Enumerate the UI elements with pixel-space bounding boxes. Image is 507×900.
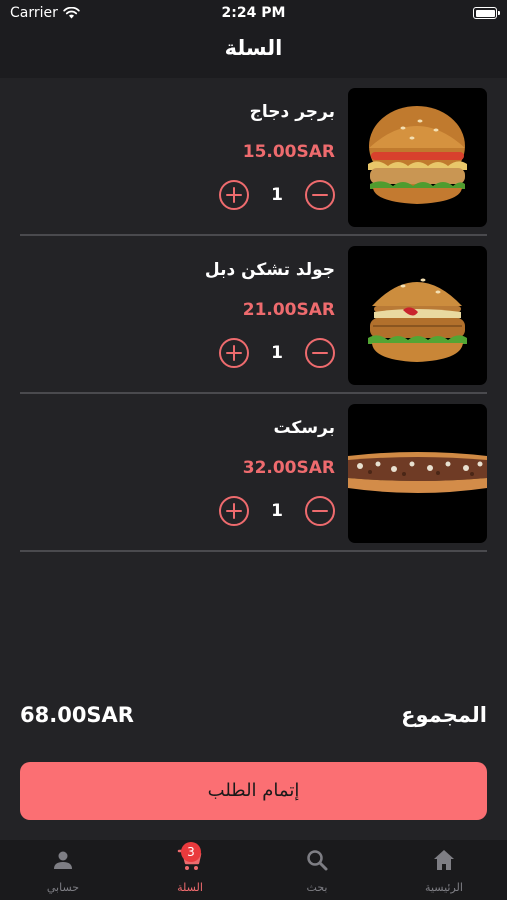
brisket-sandwich-image — [348, 404, 487, 543]
tab-label: السلة — [177, 881, 203, 894]
quantity-stepper: 1 — [219, 338, 335, 368]
decrease-quantity-button[interactable] — [305, 338, 335, 368]
navigation-bar: السلة — [0, 28, 507, 78]
quantity-stepper: 1 — [219, 496, 335, 526]
total-value: 68.00SAR — [20, 703, 134, 727]
search-icon — [307, 850, 328, 871]
decrease-quantity-button[interactable] — [305, 496, 335, 526]
quantity-stepper: 1 — [219, 180, 335, 210]
total-label: المجموع — [401, 703, 487, 727]
quantity-value: 1 — [271, 185, 283, 205]
item-name: جولد تشكن دبل — [204, 260, 335, 280]
tab-bar: حسابي 3 السلة بحث الرئيسية — [0, 840, 507, 900]
tab-label: الرئيسية — [425, 881, 463, 894]
person-icon — [54, 851, 72, 869]
item-name: برجر دجاج — [249, 102, 335, 122]
total-row: 68.00SAR المجموع — [20, 703, 487, 735]
double-chicken-burger-image — [348, 246, 487, 385]
status-bar: Carrier 2:24 PM — [0, 0, 507, 28]
item-price: 15.00SAR — [242, 142, 335, 162]
item-price: 21.00SAR — [242, 300, 335, 320]
battery-icon — [473, 7, 500, 19]
tab-label: بحث — [306, 881, 328, 894]
checkout-button[interactable]: إتمام الطلب — [20, 762, 487, 820]
tab-home[interactable]: الرئيسية — [381, 840, 507, 900]
quantity-value: 1 — [271, 343, 283, 363]
decrease-quantity-button[interactable] — [305, 180, 335, 210]
item-divider — [20, 550, 487, 552]
cart-item[interactable]: برجر دجاج 15.00SAR 1 — [0, 78, 507, 236]
tab-label: حسابي — [46, 881, 80, 894]
increase-quantity-button[interactable] — [219, 180, 249, 210]
tab-account[interactable]: حسابي — [0, 840, 126, 900]
quantity-value: 1 — [271, 501, 283, 521]
checkout-button-label: إتمام الطلب — [207, 780, 300, 801]
cart-badge: 3 — [181, 842, 201, 862]
cart-list: برجر دجاج 15.00SAR 1 جولد تشكن دبل 21.00… — [0, 78, 507, 552]
increase-quantity-button[interactable] — [219, 338, 249, 368]
item-price: 32.00SAR — [242, 458, 335, 478]
tab-cart[interactable]: 3 السلة — [127, 840, 253, 900]
cart-item[interactable]: برسكت 32.00SAR 1 — [0, 394, 507, 552]
home-icon — [434, 850, 454, 870]
page-title: السلة — [224, 36, 283, 60]
tab-search[interactable]: بحث — [254, 840, 380, 900]
item-name: برسكت — [273, 418, 335, 438]
increase-quantity-button[interactable] — [219, 496, 249, 526]
chicken-burger-image — [348, 88, 487, 227]
cart-item[interactable]: جولد تشكن دبل 21.00SAR 1 — [0, 236, 507, 394]
clock: 2:24 PM — [221, 5, 286, 21]
